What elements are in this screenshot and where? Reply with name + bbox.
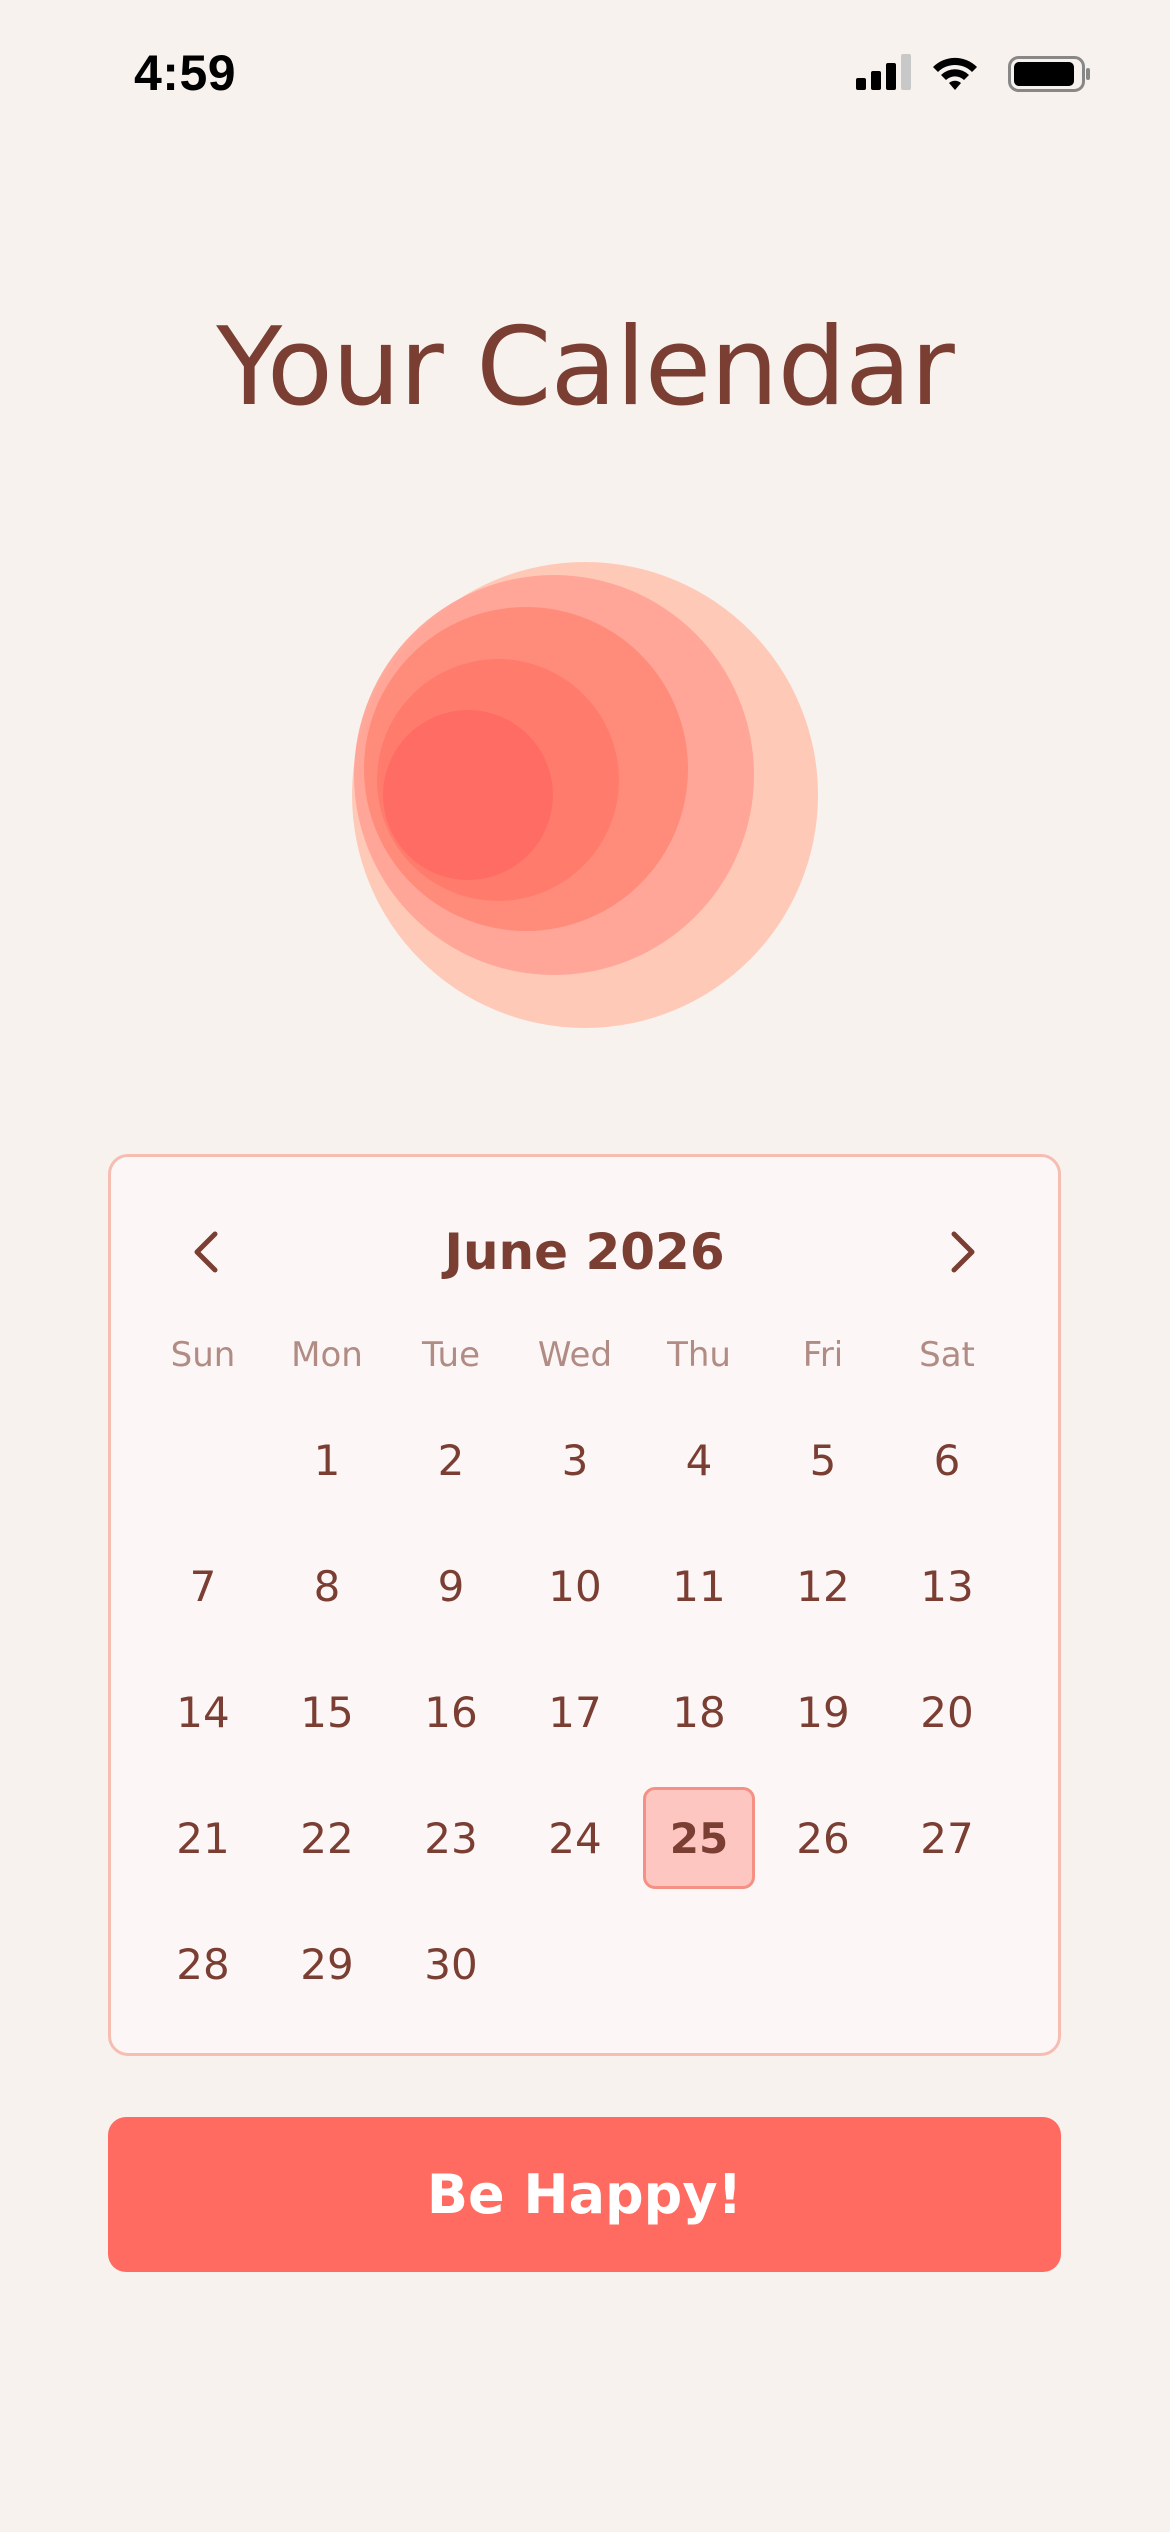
status-time: 4:59 bbox=[134, 45, 237, 101]
day-cell[interactable]: 13 bbox=[885, 1523, 1009, 1649]
day-cell[interactable]: 3 bbox=[513, 1397, 637, 1523]
day-cell[interactable]: 18 bbox=[637, 1649, 761, 1775]
day-cell[interactable]: 2 bbox=[389, 1397, 513, 1523]
day-number: 21 bbox=[176, 1813, 230, 1863]
days-grid: 1 2 3 4 5 6 7 8 9 10 11 12 13 14 15 16 17 18 19 20 21 22 23 24 2… bbox=[141, 1397, 1011, 2027]
day-cell[interactable]: 21 bbox=[141, 1775, 265, 1901]
day-number: 25 bbox=[643, 1787, 755, 1889]
cellular-signal-icon bbox=[856, 54, 911, 90]
day-cell[interactable]: 1 bbox=[265, 1397, 389, 1523]
day-number: 7 bbox=[189, 1561, 217, 1611]
day-number: 2 bbox=[437, 1435, 465, 1485]
status-bar: 4:59 bbox=[0, 0, 1170, 150]
day-number: 13 bbox=[920, 1561, 974, 1611]
day-number: 23 bbox=[424, 1813, 478, 1863]
day-cell[interactable]: 9 bbox=[389, 1523, 513, 1649]
day-cell[interactable]: 23 bbox=[389, 1775, 513, 1901]
calendar-card: June 2026 Sun Mon Tue Wed Thu Fri Sat 12345678… bbox=[108, 1154, 1061, 2056]
day-cell[interactable]: 29 bbox=[265, 1901, 389, 2027]
weekday-label: Wed bbox=[537, 1335, 613, 1375]
day-cell[interactable]: 19 bbox=[761, 1649, 885, 1775]
day-number: 22 bbox=[300, 1813, 354, 1863]
weekday-label: Tue bbox=[421, 1335, 481, 1375]
day-number: 24 bbox=[548, 1813, 602, 1863]
next-month-button[interactable] bbox=[928, 1217, 998, 1287]
day-cell[interactable]: 15 bbox=[265, 1649, 389, 1775]
day-number: 15 bbox=[300, 1687, 354, 1737]
day-cell[interactable]: 8 bbox=[265, 1523, 389, 1649]
page-title: Your Calendar bbox=[216, 305, 955, 430]
chevron-right-icon bbox=[951, 1231, 975, 1273]
be-happy-button[interactable]: Be Happy! bbox=[108, 2117, 1061, 2272]
day-number: 18 bbox=[672, 1687, 726, 1737]
day-number: 17 bbox=[548, 1687, 602, 1737]
day-number: 16 bbox=[424, 1687, 478, 1737]
calendar-header: June 2026 bbox=[111, 1157, 1058, 1277]
day-number: 12 bbox=[796, 1561, 850, 1611]
day-cell[interactable]: 24 bbox=[513, 1775, 637, 1901]
day-number: 28 bbox=[176, 1939, 230, 1989]
weekday-label: Sat bbox=[919, 1335, 975, 1375]
selected-day-cell[interactable]: 25 bbox=[637, 1775, 761, 1901]
day-cell[interactable]: 27 bbox=[885, 1775, 1009, 1901]
weekday-label: Mon bbox=[291, 1335, 363, 1375]
day-number: 3 bbox=[561, 1435, 589, 1485]
day-cell[interactable]: 12 bbox=[761, 1523, 885, 1649]
day-number: 10 bbox=[548, 1561, 602, 1611]
day-number: 5 bbox=[809, 1435, 837, 1485]
day-cell[interactable]: 6 bbox=[885, 1397, 1009, 1523]
day-number: 14 bbox=[176, 1687, 230, 1737]
day-cell[interactable]: 30 bbox=[389, 1901, 513, 2027]
day-cell[interactable]: 10 bbox=[513, 1523, 637, 1649]
day-number: 19 bbox=[796, 1687, 850, 1737]
day-cell[interactable]: 17 bbox=[513, 1649, 637, 1775]
weekday-label: Sun bbox=[170, 1335, 236, 1375]
day-number: 9 bbox=[437, 1561, 465, 1611]
day-cell[interactable]: 20 bbox=[885, 1649, 1009, 1775]
day-number: 30 bbox=[424, 1939, 478, 1989]
day-cell[interactable]: 7 bbox=[141, 1523, 265, 1649]
day-number: 26 bbox=[796, 1813, 850, 1863]
day-number: 27 bbox=[920, 1813, 974, 1863]
sun-circles-illustration bbox=[352, 562, 818, 1028]
day-number: 6 bbox=[933, 1435, 961, 1485]
empty-day-cell bbox=[141, 1397, 265, 1523]
month-label: June 2026 bbox=[444, 1223, 725, 1281]
day-cell[interactable]: 14 bbox=[141, 1649, 265, 1775]
day-cell[interactable]: 16 bbox=[389, 1649, 513, 1775]
day-number: 11 bbox=[672, 1561, 726, 1611]
day-cell[interactable]: 5 bbox=[761, 1397, 885, 1523]
battery-icon bbox=[1008, 56, 1090, 92]
day-number: 20 bbox=[920, 1687, 974, 1737]
day-number: 29 bbox=[300, 1939, 354, 1989]
weekday-label: Thu bbox=[667, 1335, 731, 1375]
day-cell[interactable]: 28 bbox=[141, 1901, 265, 2027]
weekday-header-row: Sun Mon Tue Wed Thu Fri Sat bbox=[141, 1335, 1011, 1385]
day-number: 4 bbox=[685, 1435, 713, 1485]
day-cell[interactable]: 11 bbox=[637, 1523, 761, 1649]
day-number: 1 bbox=[313, 1435, 341, 1485]
wifi-icon bbox=[933, 57, 977, 90]
day-cell[interactable]: 4 bbox=[637, 1397, 761, 1523]
day-cell[interactable]: 26 bbox=[761, 1775, 885, 1901]
day-cell[interactable]: 22 bbox=[265, 1775, 389, 1901]
weekday-label: Fri bbox=[802, 1335, 844, 1375]
day-number: 8 bbox=[313, 1561, 341, 1611]
